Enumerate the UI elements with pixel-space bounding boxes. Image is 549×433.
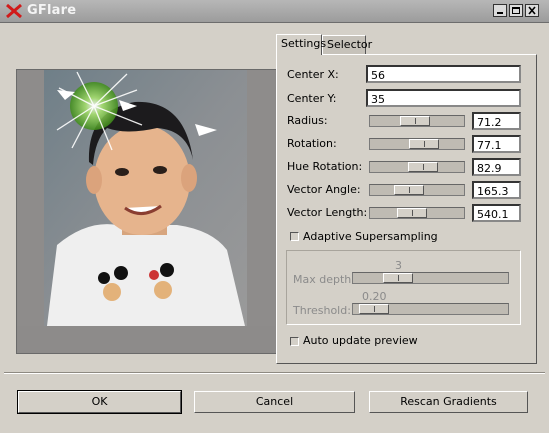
max-depth-value: 3 [395, 259, 402, 272]
auto-update-checkbox[interactable] [290, 337, 299, 346]
hue-rotation-slider[interactable] [369, 161, 465, 173]
minimize-icon [497, 12, 503, 14]
threshold-slider[interactable] [352, 303, 509, 315]
close-icon [528, 6, 536, 15]
center-x-label: Center X: [287, 68, 339, 81]
vector-length-input[interactable]: 540.1 [472, 204, 521, 222]
cancel-button[interactable]: Cancel [194, 391, 355, 413]
maximize-icon [512, 7, 520, 14]
hue-rotation-label: Hue Rotation: [287, 160, 363, 173]
threshold-value: 0.20 [362, 290, 387, 303]
radius-input[interactable]: 71.2 [472, 112, 521, 130]
vector-length-slider-thumb[interactable] [397, 208, 427, 218]
title-bar[interactable]: GFlare [0, 0, 549, 23]
maximize-button[interactable] [509, 4, 523, 17]
separator [4, 372, 545, 374]
hue-rotation-slider-thumb[interactable] [408, 162, 438, 172]
rotation-input[interactable]: 77.1 [472, 135, 521, 153]
center-x-input[interactable]: 56 [366, 65, 521, 83]
auto-update-label: Auto update preview [303, 334, 418, 347]
vector-length-slider[interactable] [369, 207, 465, 219]
center-y-input[interactable]: 35 [366, 89, 521, 107]
threshold-slider-thumb[interactable] [359, 304, 389, 314]
rotation-slider[interactable] [369, 138, 465, 150]
rotation-slider-thumb[interactable] [409, 139, 439, 149]
radius-slider-thumb[interactable] [400, 116, 430, 126]
hue-rotation-input[interactable]: 82.9 [472, 158, 521, 176]
minimize-button[interactable] [493, 4, 507, 17]
rescan-gradients-button[interactable]: Rescan Gradients [369, 391, 528, 413]
adaptive-supersampling-checkbox[interactable] [290, 232, 299, 241]
max-depth-slider-thumb[interactable] [383, 273, 413, 283]
radius-label: Radius: [287, 114, 328, 127]
max-depth-slider[interactable] [352, 272, 509, 284]
x-icon [6, 3, 22, 19]
close-button[interactable] [525, 4, 539, 17]
tab-settings[interactable]: Settings [276, 34, 326, 55]
vector-angle-input[interactable]: 165.3 [472, 181, 521, 199]
rotation-label: Rotation: [287, 137, 337, 150]
tab-settings-label: Settings [281, 37, 327, 50]
vector-angle-slider-thumb[interactable] [394, 185, 424, 195]
preview-area[interactable] [16, 69, 278, 354]
ok-button[interactable]: OK [17, 390, 182, 414]
gflare-dialog: GFlare Settings Selector Center X: 56 Ce… [0, 0, 549, 433]
adaptive-supersampling-label: Adaptive Supersampling [303, 230, 438, 243]
vector-length-label: Vector Length: [287, 206, 368, 219]
tab-selector[interactable]: Selector [322, 35, 372, 54]
max-depth-label: Max depth: [293, 273, 355, 286]
tab-selector-label: Selector [327, 38, 373, 51]
threshold-label: Threshold: [293, 304, 351, 317]
vector-angle-slider[interactable] [369, 184, 465, 196]
center-y-label: Center Y: [287, 92, 337, 105]
window-title: GFlare [27, 3, 77, 18]
preview-image [17, 70, 275, 326]
radius-slider[interactable] [369, 115, 465, 127]
vector-angle-label: Vector Angle: [287, 183, 361, 196]
